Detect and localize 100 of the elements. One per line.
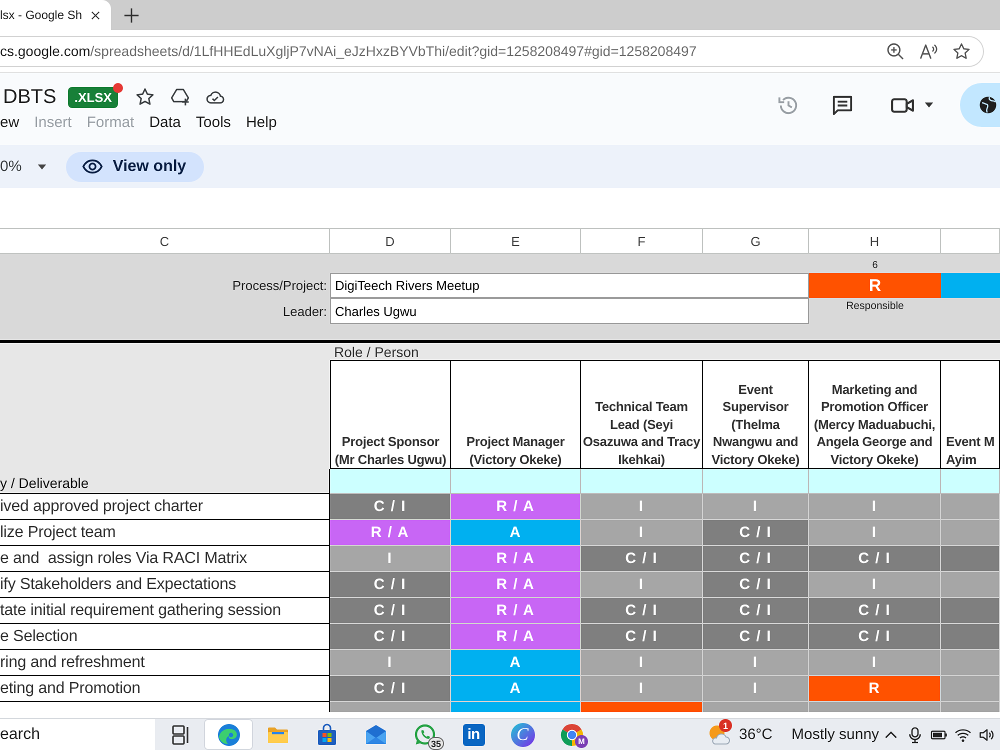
- legend-caption: Responsible: [845, 299, 905, 314]
- drive-add-icon[interactable]: [170, 87, 190, 107]
- microphone-icon[interactable]: [906, 726, 924, 744]
- caret-icon[interactable]: [924, 100, 934, 110]
- url-text: cs.google.com/spreadsheets/d/1LfHHEdLuXgljP7vNAi_eJzHxzBYVbThi/edit?gid=1258208497#gid=1258208497: [0, 43, 698, 59]
- raci-cell: I: [809, 520, 941, 546]
- address-bar[interactable]: cs.google.com/spreadsheets/d/1LfHHEdLuXgljP7vNAi_eJzHxzBYVbThi/edit?gid=1258208497#gid=1258208497: [0, 36, 984, 66]
- raci-cell: R / A: [451, 598, 581, 624]
- raci-cell: I: [330, 546, 451, 572]
- browser-tab[interactable]: lsx - Google Sh: [0, 0, 112, 30]
- search-field[interactable]: earch: [0, 719, 155, 750]
- role-header: Event M Ayim: [941, 360, 1000, 469]
- activity-cell: lize Project team: [0, 520, 330, 546]
- notification-dot-icon: [112, 82, 123, 92]
- raci-cell: C / I: [703, 546, 809, 572]
- raci-cell: C / I: [703, 598, 809, 624]
- star-icon[interactable]: [952, 42, 971, 60]
- raci-cell: C / I: [330, 676, 451, 702]
- share-button[interactable]: [960, 83, 1000, 127]
- raci-cell: I: [809, 650, 941, 676]
- file-format-badge: .XLSX: [68, 86, 118, 108]
- raci-cell: R / A: [451, 572, 581, 598]
- globe-icon: [979, 96, 997, 114]
- taskbar-app-button[interactable]: 35: [400, 719, 449, 750]
- document-title[interactable]: DBTS: [3, 86, 56, 108]
- raci-cell: C / I: [330, 598, 451, 624]
- raci-cell: C / I: [581, 598, 703, 624]
- role-group-label: Role / Person: [334, 345, 419, 360]
- plus-icon[interactable]: [123, 6, 140, 24]
- temperature-text: 36°C: [739, 726, 773, 743]
- logo-tile: in: [462, 724, 484, 746]
- activity-cell: eting and Promotion: [0, 676, 330, 702]
- column-header[interactable]: D: [330, 229, 451, 253]
- field-value: Charles Ugwu: [330, 298, 809, 324]
- profile-badge: M: [575, 735, 588, 748]
- raci-cell: C / I: [809, 624, 941, 650]
- raci-cell: R: [809, 676, 941, 702]
- menu-item[interactable]: Data: [149, 114, 181, 130]
- raci-cell: R / A: [330, 520, 451, 546]
- zoom-dropdown[interactable]: 0%: [0, 158, 47, 175]
- taskbar-app-button[interactable]: in: [449, 719, 498, 750]
- role-header: Technical Team Lead (Seyi Osazuwa and Tracy Ikehkai): [581, 360, 703, 469]
- raci-cell: C / I: [581, 624, 703, 650]
- zoom-in-icon[interactable]: [886, 42, 905, 60]
- count-badge: 35: [428, 737, 444, 750]
- activity-cell: ify Stakeholders and Expectations: [0, 572, 330, 598]
- caret-icon: [36, 162, 47, 172]
- raci-cell: C / I: [330, 624, 451, 650]
- star-icon[interactable]: [134, 87, 155, 107]
- role-header: Project Sponsor (Mr Charles Ugwu): [330, 360, 451, 469]
- column-header[interactable]: G: [703, 229, 809, 253]
- activity-cell: ring and refreshment: [0, 650, 330, 676]
- raci-cell: I: [703, 676, 809, 702]
- raci-cell: I: [809, 572, 941, 598]
- raci-cell: R / A: [451, 624, 581, 650]
- role-header: Project Manager (Victory Okeke): [451, 360, 581, 469]
- raci-cell: C / I: [581, 546, 703, 572]
- raci-cell: I: [581, 572, 703, 598]
- field-label: Leader:: [282, 302, 328, 320]
- menu-item[interactable]: ew: [0, 114, 20, 130]
- swirl-browser-icon: [216, 722, 240, 746]
- weather-widget[interactable]: 1 36°C Mostly sunny: [707, 719, 880, 750]
- activity-cell: e Selection: [0, 624, 330, 650]
- raci-cell: I: [703, 494, 809, 520]
- raci-cell: A: [451, 520, 581, 546]
- raci-cell: C / I: [809, 546, 941, 572]
- activity-column-label: y / Deliverable: [0, 475, 89, 491]
- raci-cell: I: [581, 494, 703, 520]
- taskbar-app-button[interactable]: C: [498, 719, 547, 750]
- raci-cell: I: [809, 494, 941, 520]
- raci-cell: I: [703, 650, 809, 676]
- legend-key: R: [809, 273, 941, 298]
- raci-cell: C / I: [330, 494, 451, 520]
- field-value: DigiTeech Rivers Meetup: [330, 273, 809, 298]
- weather-text: Mostly sunny: [792, 726, 880, 743]
- raci-cell: A: [451, 676, 581, 702]
- raci-cell: R / A: [451, 494, 581, 520]
- raci-cell: C / I: [330, 572, 451, 598]
- view-only-button[interactable]: View only: [66, 152, 204, 182]
- raci-cell: I: [330, 650, 451, 676]
- raci-cell: I: [581, 650, 703, 676]
- role-header: Marketing and Promotion Officer (Mercy Maduabuchi, Angela George and Victory Okeke): [809, 360, 941, 469]
- raci-cell: R / A: [451, 546, 581, 572]
- alert-badge: 1: [719, 719, 732, 732]
- raci-cell: C / I: [703, 520, 809, 546]
- column-header[interactable]: F: [581, 229, 703, 253]
- menu-item[interactable]: Help: [246, 114, 277, 130]
- role-header: Event Supervisor (Thelma Nwangwu and Victory Okeke): [703, 360, 809, 469]
- taskbar-app-button[interactable]: M: [547, 719, 596, 750]
- comment-icon[interactable]: [831, 94, 854, 116]
- close-icon[interactable]: [90, 10, 102, 20]
- column-header[interactable]: H: [809, 229, 941, 253]
- menu-item[interactable]: Tools: [196, 114, 231, 130]
- activity-cell: tate initial requirement gathering session: [0, 598, 330, 624]
- raci-cell: C / I: [809, 598, 941, 624]
- raci-cell: C / I: [703, 624, 809, 650]
- read-aloud-icon[interactable]: [919, 42, 938, 60]
- activity-cell: ived approved project charter: [0, 494, 330, 520]
- column-header[interactable]: E: [451, 229, 581, 253]
- column-header[interactable]: C: [0, 229, 330, 253]
